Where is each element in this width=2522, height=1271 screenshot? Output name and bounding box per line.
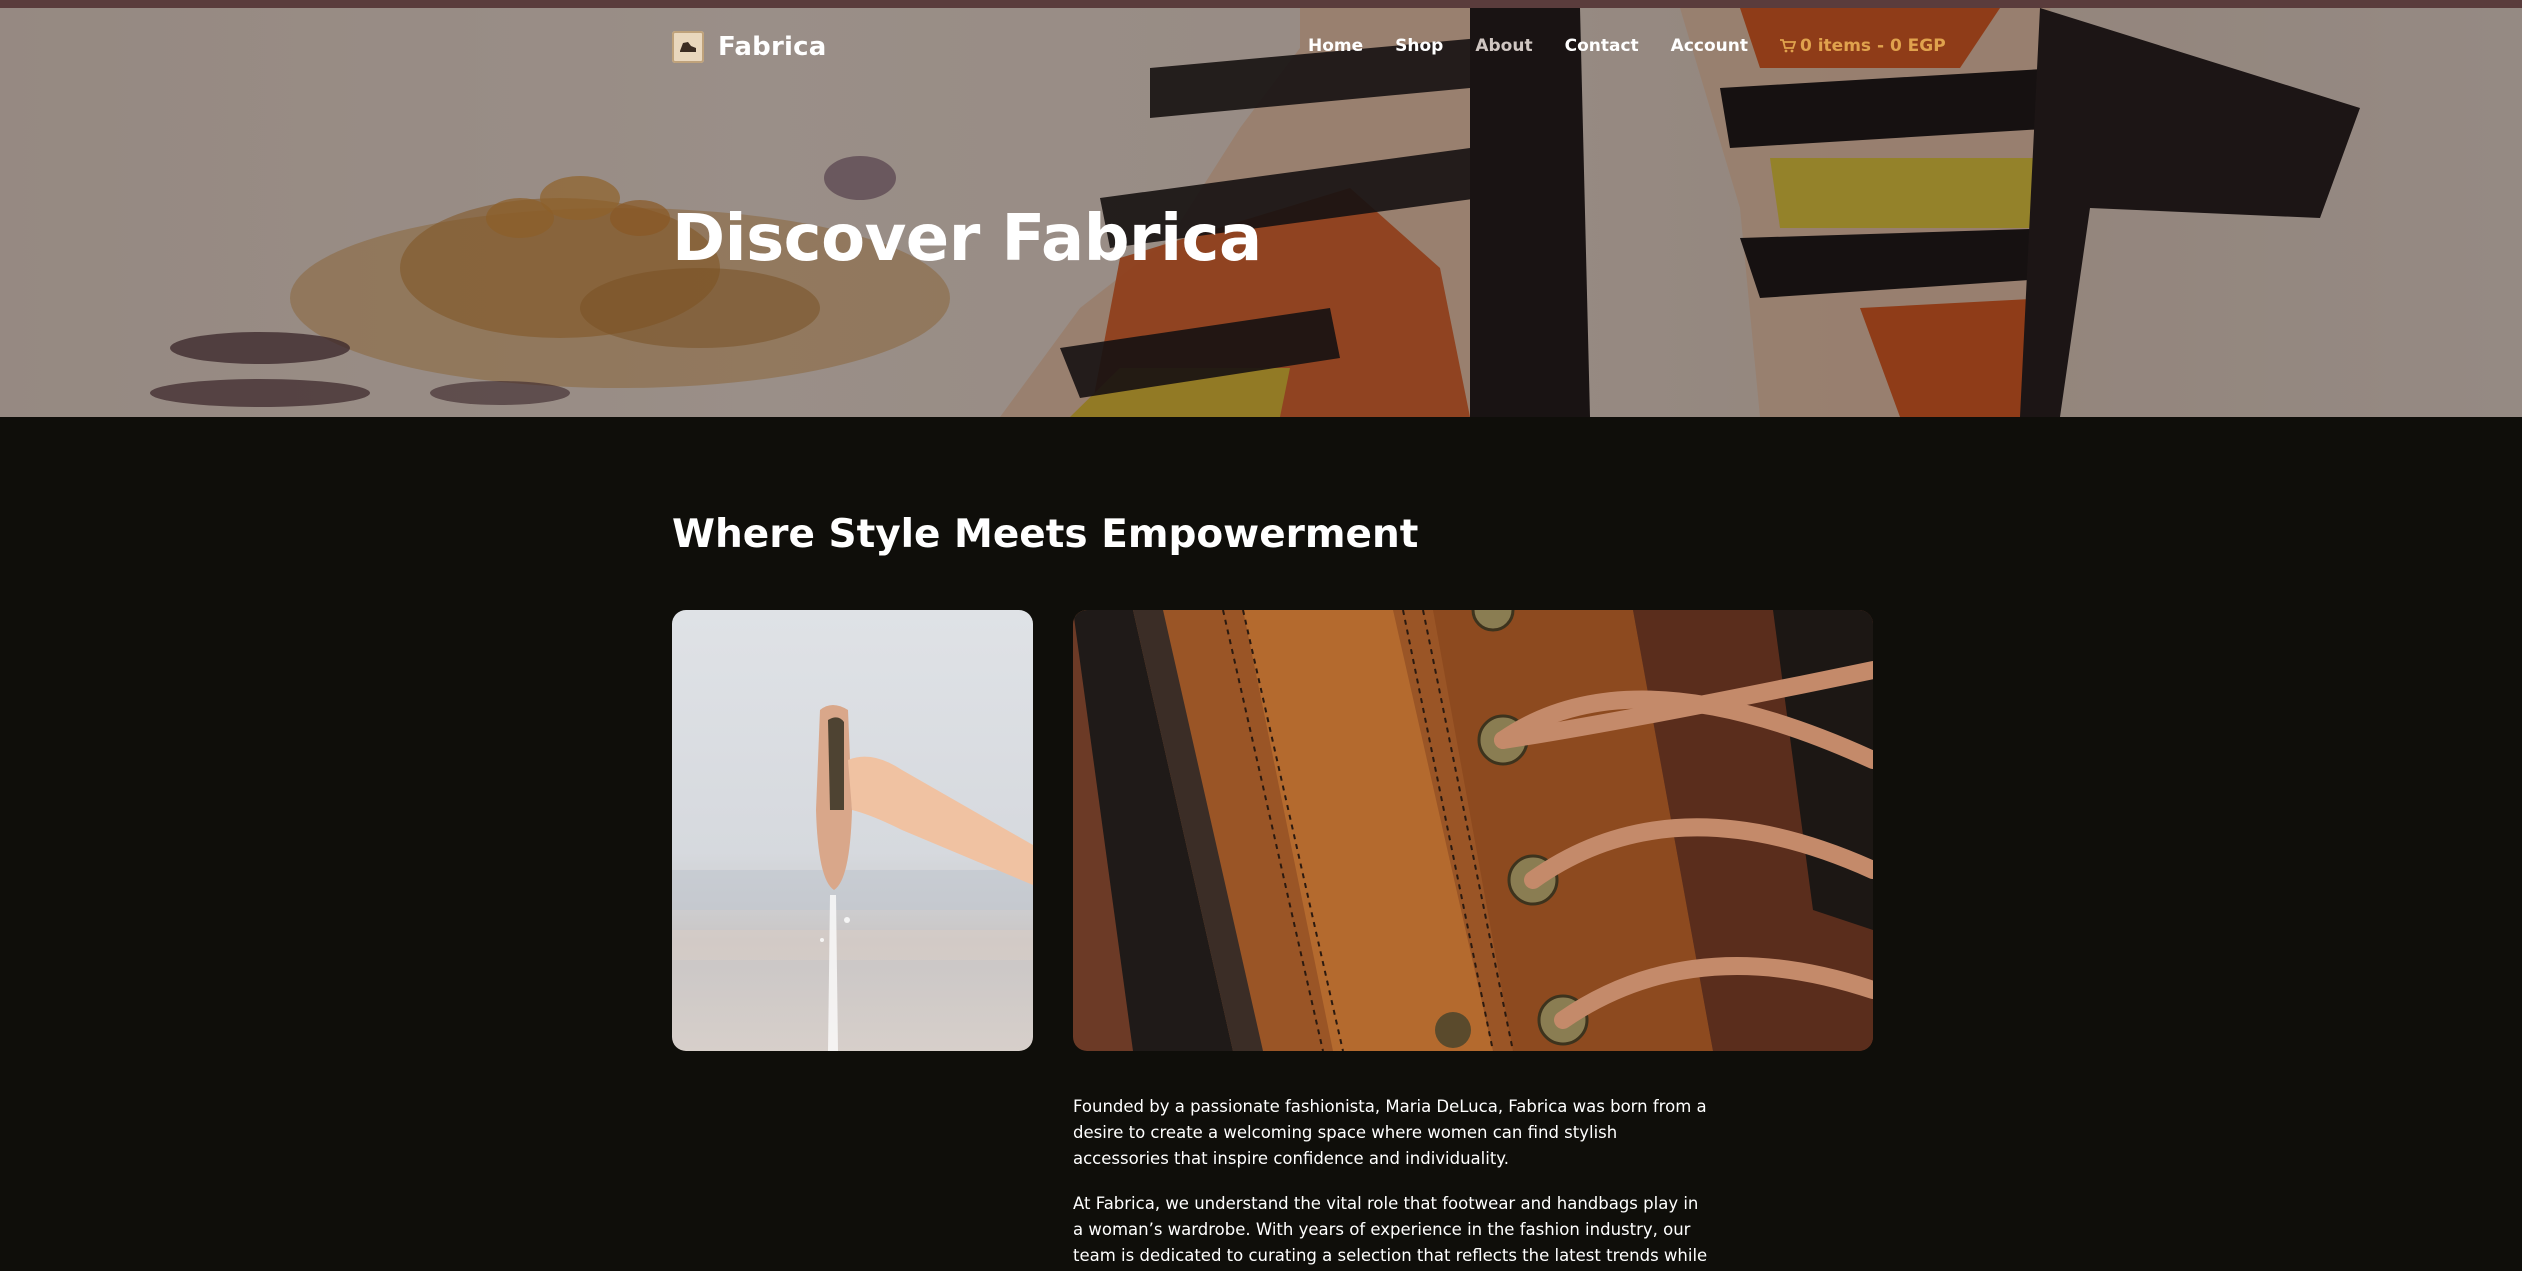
top-accent-strip <box>0 0 2522 8</box>
about-paragraph: At Fabrica, we understand the vital role… <box>1073 1194 1708 1265</box>
hero-title: Discover Fabrica <box>672 202 1262 276</box>
main-nav: Home Shop About Contact Account 0 items … <box>1308 36 1946 56</box>
logo-icon <box>672 31 704 63</box>
site-name: Fabrica <box>718 32 827 62</box>
section-heading: Where Style Meets Empowerment <box>672 512 1419 557</box>
about-text: Founded by a passionate fashionista, Mar… <box>1073 1094 1713 1271</box>
about-paragraph: Founded by a passionate fashionista, Mar… <box>1073 1097 1707 1168</box>
cart-icon <box>1779 39 1796 53</box>
nav-shop-link[interactable]: Shop <box>1395 36 1443 56</box>
cart-link[interactable]: 0 items - 0 EGP <box>1779 36 1946 56</box>
nav-home-link[interactable]: Home <box>1308 36 1363 56</box>
shoe-in-water-photo <box>672 610 1033 1051</box>
leather-boot-laces-photo <box>1073 610 1873 1051</box>
site-logo[interactable]: Fabrica <box>672 31 827 63</box>
nav-contact-link[interactable]: Contact <box>1565 36 1639 56</box>
nav-about-link[interactable]: About <box>1475 36 1532 56</box>
nav-account-link[interactable]: Account <box>1671 36 1748 56</box>
cart-summary: 0 items - 0 EGP <box>1799 36 1946 56</box>
